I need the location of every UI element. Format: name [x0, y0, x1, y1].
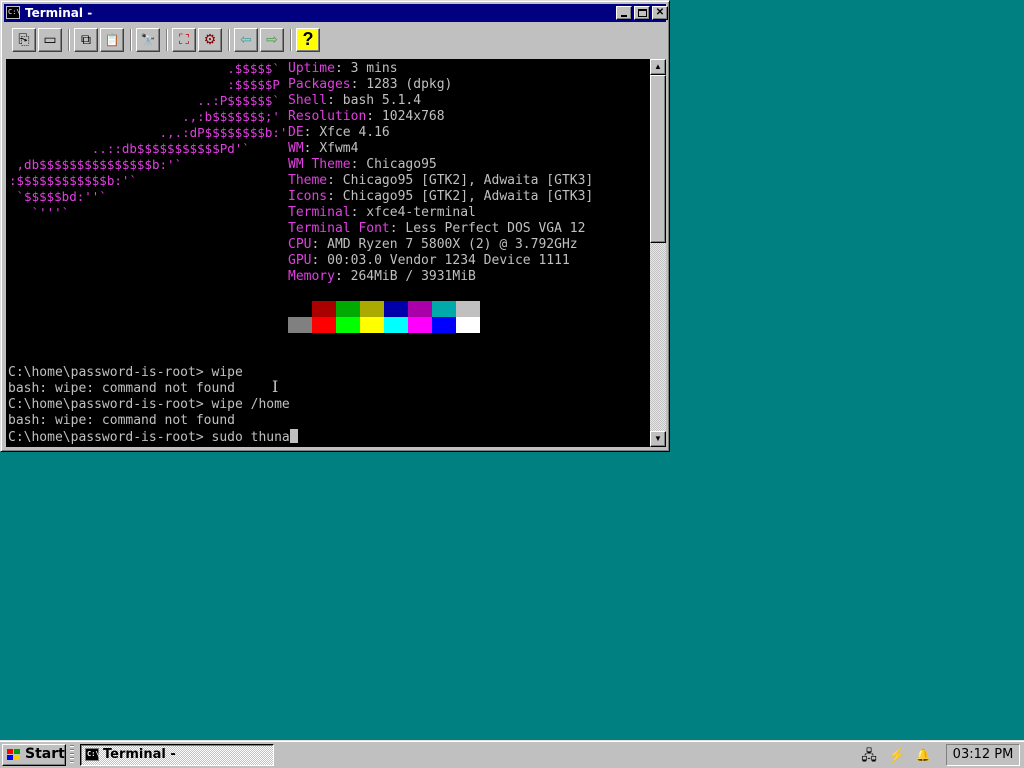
windows-logo-icon	[7, 749, 21, 761]
distro-ascii-logo: .$$$$$` :$$$$$P ..:P$$$$$$` .,:b$$$$$$$;…	[9, 61, 288, 220]
taskbar-item-label: Terminal -	[103, 747, 176, 762]
start-button[interactable]: Start	[2, 744, 66, 766]
color-palette-row-normal	[288, 301, 480, 317]
close-button[interactable]: ✕	[652, 6, 668, 20]
find-button[interactable]: 🔭	[136, 28, 160, 52]
back-button[interactable]: ⇦	[234, 28, 258, 52]
minimize-icon	[621, 15, 627, 17]
fullscreen-icon: ⛶	[179, 31, 189, 47]
terminal-line: bash: wipe: command not found	[8, 413, 235, 428]
notification-bell-icon[interactable]: 🔔	[914, 746, 932, 764]
info-row-de: DE: Xfce 4.16	[288, 125, 390, 140]
info-row-terminal-font: Terminal Font: Less Perfect DOS VGA 12	[288, 221, 586, 236]
command-history: C:\home\password-is-root> wipe bash: wip…	[8, 365, 298, 445]
toolbar-separator	[166, 29, 168, 51]
paste-button[interactable]: 📋	[100, 28, 124, 52]
toolbar-separator	[290, 29, 292, 51]
toolbar-separator	[68, 29, 70, 51]
maximize-icon	[638, 9, 647, 17]
color-swatch	[336, 317, 360, 333]
color-swatch	[408, 317, 432, 333]
color-swatch	[384, 317, 408, 333]
color-swatch	[360, 317, 384, 333]
info-row-icons: Icons: Chicago95 [GTK2], Adwaita [GTK3]	[288, 189, 594, 204]
minimize-button[interactable]	[616, 6, 632, 20]
info-row-resolution: Resolution: 1024x768	[288, 109, 445, 124]
color-swatch	[336, 301, 360, 317]
scrollbar-thumb[interactable]	[650, 75, 666, 243]
new-tab-icon: ⎘	[18, 31, 30, 47]
terminal-window: C:\ Terminal - ✕ ⎘ ▭ ⧉ 📋 🔭 ⛶ ⚙ ⇦ ⇨ ? .$$…	[0, 0, 670, 452]
copy-icon: ⧉	[81, 31, 91, 47]
color-swatch	[312, 317, 336, 333]
network-icon[interactable]: 🖧	[860, 746, 878, 764]
info-row-wm: WM: Xfwm4	[288, 141, 359, 156]
back-arrow-icon: ⇦	[240, 31, 252, 47]
new-tab-button[interactable]: ⎘	[12, 28, 36, 52]
close-icon: ✕	[655, 7, 665, 18]
vertical-scrollbar[interactable]: ▲ ▼	[650, 59, 666, 447]
color-swatch	[384, 301, 408, 317]
toolbar-separator	[130, 29, 132, 51]
maximize-button[interactable]	[634, 6, 650, 20]
color-swatch	[360, 301, 384, 317]
paste-icon: 📋	[104, 33, 120, 47]
command-prompt-line[interactable]: C:\home\password-is-root> sudo thuna	[8, 429, 298, 445]
preferences-icon: ⚙	[203, 31, 217, 47]
info-row-gpu: GPU: 00:03.0 Vendor 1234 Device 1111	[288, 253, 570, 268]
scroll-down-button[interactable]: ▼	[650, 431, 666, 447]
preferences-button[interactable]: ⚙	[198, 28, 222, 52]
color-swatch	[432, 317, 456, 333]
terminal-output[interactable]: .$$$$$` :$$$$$P ..:P$$$$$$` .,:b$$$$$$$;…	[6, 59, 650, 447]
system-info-list: Uptime: 3 mins Packages: 1283 (dpkg) She…	[288, 61, 593, 285]
toolbar-separator	[228, 29, 230, 51]
taskbar-item-terminal[interactable]: C:\ Terminal -	[80, 744, 274, 766]
toolbar: ⎘ ▭ ⧉ 📋 🔭 ⛶ ⚙ ⇦ ⇨ ?	[4, 25, 666, 57]
color-swatch	[408, 301, 432, 317]
taskbar-grip[interactable]	[70, 745, 74, 765]
volume-icon[interactable]: ⚡	[888, 746, 906, 764]
color-palette	[288, 301, 480, 333]
new-window-button[interactable]: ▭	[38, 28, 62, 52]
forward-arrow-icon: ⇨	[266, 31, 278, 47]
taskbar: Start C:\ Terminal - 🖧 ⚡ 🔔 03:12 PM	[0, 740, 1024, 768]
arrow-up-icon: ▲	[654, 62, 662, 71]
help-icon: ?	[302, 29, 314, 49]
start-label: Start	[25, 746, 65, 762]
arrow-down-icon: ▼	[654, 434, 662, 443]
terminal-line: C:\home\password-is-root> wipe /home	[8, 397, 290, 412]
scroll-up-button[interactable]: ▲	[650, 59, 666, 75]
window-title: Terminal -	[25, 6, 93, 20]
help-button[interactable]: ?	[296, 28, 320, 52]
terminal-app-icon[interactable]: C:\	[6, 6, 21, 19]
color-swatch	[312, 301, 336, 317]
color-swatch	[456, 317, 480, 333]
info-row-shell: Shell: bash 5.1.4	[288, 93, 422, 108]
system-clock[interactable]: 03:12 PM	[946, 744, 1020, 766]
color-palette-row-bright	[288, 317, 480, 333]
new-window-icon: ▭	[43, 31, 57, 47]
color-swatch	[432, 301, 456, 317]
current-command[interactable]: C:\home\password-is-root> sudo thuna	[8, 430, 290, 445]
terminal-line: bash: wipe: command not found	[8, 381, 235, 396]
info-row-cpu: CPU: AMD Ryzen 7 5800X (2) @ 3.792GHz	[288, 237, 578, 252]
find-icon: 🔭	[140, 33, 156, 47]
terminal-app-icon: C:\	[85, 748, 100, 761]
info-row-theme: Theme: Chicago95 [GTK2], Adwaita [GTK3]	[288, 173, 594, 188]
terminal-line: C:\home\password-is-root> wipe	[8, 365, 243, 380]
color-swatch	[456, 301, 480, 317]
title-bar[interactable]: C:\ Terminal - ✕	[4, 4, 668, 22]
ibeam-cursor-icon: I	[272, 377, 279, 396]
info-row-terminal: Terminal: xfce4-terminal	[288, 205, 476, 220]
fullscreen-button[interactable]: ⛶	[172, 28, 196, 52]
info-row-memory: Memory: 264MiB / 3931MiB	[288, 269, 476, 284]
color-swatch	[288, 301, 312, 317]
info-row-wm-theme: WM Theme: Chicago95	[288, 157, 437, 172]
info-row-packages: Packages: 1283 (dpkg)	[288, 77, 453, 92]
forward-button[interactable]: ⇨	[260, 28, 284, 52]
color-swatch	[288, 317, 312, 333]
info-row-uptime: Uptime: 3 mins	[288, 61, 398, 76]
text-cursor	[289, 429, 298, 443]
copy-button[interactable]: ⧉	[74, 28, 98, 52]
